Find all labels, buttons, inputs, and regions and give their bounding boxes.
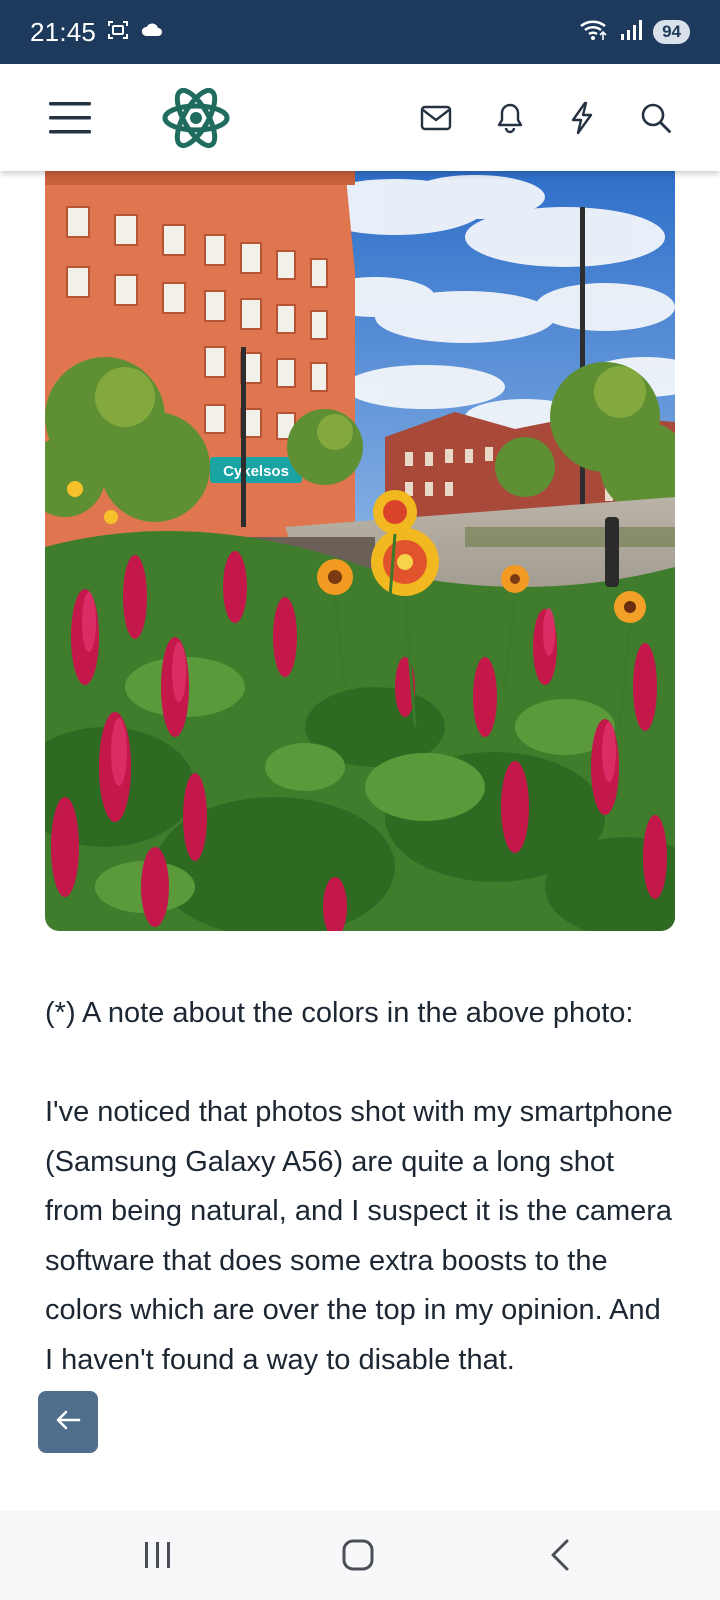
lightning-bolt-icon[interactable] — [558, 94, 606, 142]
article-paragraph: (*) A note about the colors in the above… — [45, 997, 634, 1029]
article-photo[interactable]: Cykelsos — [45, 171, 675, 931]
signal-icon — [619, 18, 643, 47]
system-nav-bar — [0, 1511, 720, 1600]
recent-apps-icon[interactable] — [128, 1533, 188, 1577]
wifi-icon — [579, 18, 609, 47]
hamburger-menu-icon[interactable] — [42, 90, 98, 146]
home-icon[interactable] — [328, 1533, 388, 1577]
status-bar: 21:45 94 — [0, 0, 720, 64]
back-arrow-button[interactable] — [38, 1391, 98, 1453]
bell-icon[interactable] — [486, 94, 534, 142]
article-content: Cykelsos (*) A note about the colors in … — [0, 171, 720, 1511]
status-left: 21:45 — [30, 17, 164, 48]
cloud-icon — [140, 20, 164, 45]
mail-icon[interactable] — [412, 94, 460, 142]
storefront-sign: Cykelsos — [223, 463, 289, 480]
arrow-left-icon — [53, 1405, 83, 1440]
atom-logo-icon[interactable] — [162, 84, 230, 152]
battery-icon: 94 — [653, 20, 690, 44]
status-right: 94 — [579, 18, 690, 47]
search-icon[interactable] — [632, 94, 680, 142]
back-icon[interactable] — [530, 1533, 590, 1577]
status-time: 21:45 — [30, 16, 97, 47]
screenshot-icon — [106, 18, 130, 47]
app-header — [0, 64, 720, 171]
article-paragraph: I've noticed that photos shot with my sm… — [45, 1096, 673, 1376]
article-body: (*) A note about the colors in the above… — [45, 989, 675, 1385]
